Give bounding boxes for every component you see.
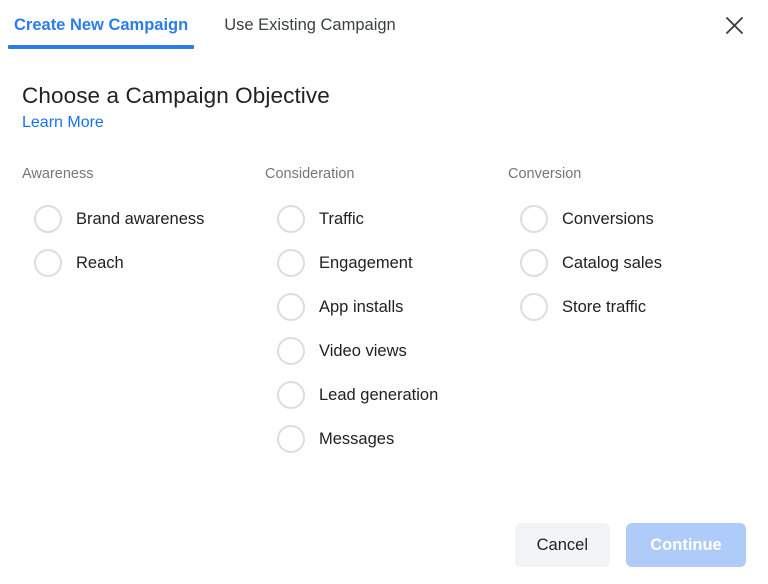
objective-option-traffic[interactable]: Traffic — [265, 197, 508, 241]
cancel-button[interactable]: Cancel — [514, 523, 610, 567]
objective-option-catalog-sales[interactable]: Catalog sales — [508, 241, 751, 285]
radio-icon[interactable] — [277, 205, 305, 233]
objective-option-messages[interactable]: Messages — [265, 417, 508, 461]
radio-icon[interactable] — [277, 249, 305, 277]
radio-icon[interactable] — [520, 249, 548, 277]
radio-icon[interactable] — [277, 337, 305, 365]
radio-icon[interactable] — [277, 293, 305, 321]
page-title: Choose a Campaign Objective — [22, 83, 330, 108]
objective-option-app-installs[interactable]: App installs — [265, 285, 508, 329]
radio-icon[interactable] — [520, 205, 548, 233]
tab-use-existing-campaign[interactable]: Use Existing Campaign — [210, 0, 410, 35]
objective-column-consideration: Consideration Traffic Engagement App ins… — [265, 165, 508, 461]
objective-option-label: Store traffic — [562, 298, 647, 316]
objective-option-reach[interactable]: Reach — [22, 241, 265, 285]
objective-option-label: Conversions — [562, 210, 654, 228]
objective-columns: Awareness Brand awareness Reach Consider… — [22, 165, 746, 461]
objective-option-engagement[interactable]: Engagement — [265, 241, 508, 285]
continue-button[interactable]: Continue — [626, 523, 746, 567]
dialog-footer: Cancel Continue — [514, 523, 746, 567]
objective-option-lead-generation[interactable]: Lead generation — [265, 373, 508, 417]
radio-icon[interactable] — [34, 249, 62, 277]
objective-option-label: Catalog sales — [562, 254, 662, 272]
column-header-consideration: Consideration — [265, 166, 355, 182]
tab-create-new-campaign[interactable]: Create New Campaign — [8, 0, 195, 49]
objective-option-label: Traffic — [319, 210, 364, 228]
objective-option-store-traffic[interactable]: Store traffic — [508, 285, 751, 329]
objective-column-awareness: Awareness Brand awareness Reach — [22, 165, 265, 461]
objective-option-label: App installs — [319, 298, 404, 316]
objective-option-label: Reach — [76, 254, 124, 272]
column-header-conversion: Conversion — [508, 166, 582, 182]
tab-bar: Create New Campaign Use Existing Campaig… — [0, 0, 768, 49]
close-icon — [725, 16, 744, 35]
objective-option-label: Lead generation — [319, 386, 439, 404]
objective-column-conversion: Conversion Conversions Catalog sales Sto… — [508, 165, 751, 461]
heading-block: Choose a Campaign Objective Learn More — [22, 82, 330, 133]
radio-icon[interactable] — [520, 293, 548, 321]
objective-option-video-views[interactable]: Video views — [265, 329, 508, 373]
objective-option-label: Messages — [319, 430, 395, 448]
radio-icon[interactable] — [34, 205, 62, 233]
learn-more-link[interactable]: Learn More — [22, 113, 104, 133]
objective-option-brand-awareness[interactable]: Brand awareness — [22, 197, 265, 241]
close-button[interactable] — [720, 11, 748, 39]
column-header-awareness: Awareness — [22, 166, 94, 182]
objective-option-label: Brand awareness — [76, 210, 205, 228]
objective-option-conversions[interactable]: Conversions — [508, 197, 751, 241]
radio-icon[interactable] — [277, 425, 305, 453]
objective-option-label: Engagement — [319, 254, 413, 272]
objective-option-label: Video views — [319, 342, 407, 360]
radio-icon[interactable] — [277, 381, 305, 409]
